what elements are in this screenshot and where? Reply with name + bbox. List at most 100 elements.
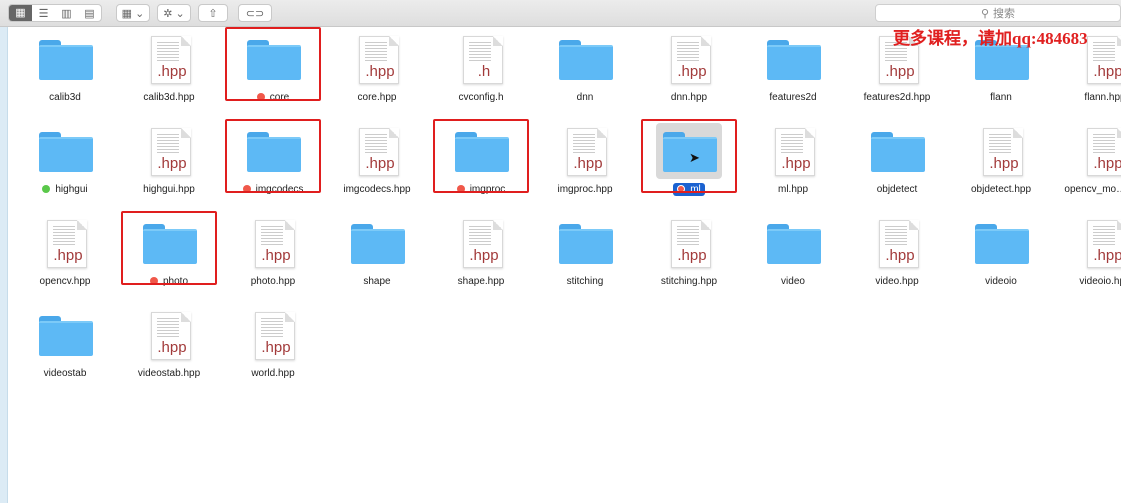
file-item[interactable]: .hpp objdetect.hpp — [949, 120, 1053, 212]
file-item[interactable]: .hpp highgui.hpp — [117, 120, 221, 212]
watermark: 更多课程，请加qq:484683 — [893, 29, 1088, 48]
document-icon: .hpp — [359, 128, 399, 176]
folder-item[interactable]: video — [741, 212, 845, 304]
tag-button[interactable]: ⊂⊃ — [238, 4, 272, 22]
file-name-text: dnn.hpp — [670, 92, 708, 103]
arrange-button[interactable]: ▦ ⌄ — [116, 4, 150, 22]
file-extension: .hpp — [157, 63, 187, 80]
column-view-icon[interactable]: ▥ — [55, 7, 78, 20]
search-input[interactable]: ⚲ 搜索 — [875, 4, 1121, 22]
file-name-text: features2d.hpp — [863, 92, 931, 103]
document-icon: .hpp — [151, 36, 191, 84]
folder-icon — [767, 224, 821, 264]
file-name-text: video.hpp — [875, 276, 919, 287]
file-extension: .hpp — [261, 339, 291, 356]
highlight-box — [433, 119, 529, 193]
file-name-text: shape.hpp — [457, 276, 505, 287]
file-name: opencv_mo… hpp — [1053, 184, 1121, 196]
file-name-text: highgui.hpp — [143, 184, 195, 195]
file-name-text: video — [781, 276, 805, 287]
folder-item[interactable]: objdetect — [845, 120, 949, 212]
file-item[interactable]: .hpp ml.hpp — [741, 120, 845, 212]
file-name: shape.hpp — [429, 276, 533, 288]
file-item[interactable]: .h cvconfig.h — [429, 28, 533, 120]
document-icon: .hpp — [567, 128, 607, 176]
file-extension: .hpp — [53, 247, 83, 264]
file-name-text: ml.hpp — [777, 184, 808, 195]
file-item[interactable]: .hpp world.hpp — [221, 304, 325, 396]
file-name: highgui — [13, 184, 117, 196]
file-item[interactable]: .hpp imgcodecs.hpp — [325, 120, 429, 212]
file-name: stitching.hpp — [637, 276, 741, 288]
document-icon: .hpp — [255, 220, 295, 268]
file-extension: .hpp — [157, 155, 187, 172]
file-name: dnn.hpp — [637, 92, 741, 104]
file-item[interactable]: .hpp imgproc.hpp — [533, 120, 637, 212]
file-item[interactable]: .hpp dnn.hpp — [637, 28, 741, 120]
file-name: flann — [949, 92, 1053, 104]
file-name-text: calib3d — [49, 92, 81, 103]
folder-item[interactable]: features2d — [741, 28, 845, 120]
file-item[interactable]: .hpp photo.hpp — [221, 212, 325, 304]
file-name: imgproc.hpp — [533, 184, 637, 196]
file-name: features2d — [741, 92, 845, 104]
file-name-text: videoio — [985, 276, 1017, 287]
document-icon: .hpp — [983, 128, 1023, 176]
highlight-box — [641, 119, 737, 193]
file-item[interactable]: .hpp core.hpp — [325, 28, 429, 120]
file-item[interactable]: .hpp stitching.hpp — [637, 212, 741, 304]
share-button[interactable]: ⇧ — [198, 4, 228, 22]
view-mode-control[interactable]: ▦ ☰ ▥ ▤ — [8, 4, 102, 22]
folder-icon — [559, 40, 613, 80]
file-item[interactable]: .hpp videoio.hpp — [1053, 212, 1121, 304]
file-name: calib3d — [13, 92, 117, 104]
file-name-text: opencv_mo… hpp — [1064, 184, 1121, 195]
folder-item[interactable]: videoio — [949, 212, 1053, 304]
folder-item[interactable]: dnn — [533, 28, 637, 120]
file-name-text: opencv.hpp — [39, 276, 91, 287]
folder-item[interactable]: stitching — [533, 212, 637, 304]
document-icon: .hpp — [1087, 36, 1121, 84]
folder-item[interactable]: core — [221, 27, 325, 120]
file-extension: .hpp — [989, 155, 1019, 172]
icon-view-icon[interactable]: ▦ — [9, 5, 32, 21]
file-extension: .hpp — [781, 155, 811, 172]
file-item[interactable]: .hpp shape.hpp — [429, 212, 533, 304]
search-placeholder: 搜索 — [993, 8, 1016, 20]
file-extension: .hpp — [573, 155, 603, 172]
folder-icon — [351, 224, 405, 264]
search-icon: ⚲ — [980, 7, 990, 20]
folder-item[interactable]: videostab — [13, 304, 117, 396]
file-item[interactable]: .hpp video.hpp — [845, 212, 949, 304]
folder-item[interactable]: shape — [325, 212, 429, 304]
folder-item[interactable]: ➤ ml — [637, 119, 741, 212]
file-extension: .hpp — [885, 63, 915, 80]
document-icon: .hpp — [47, 220, 87, 268]
file-item[interactable]: .hpp calib3d.hpp — [117, 28, 221, 120]
file-item[interactable]: .hpp opencv_mo… hpp — [1053, 120, 1121, 212]
file-item[interactable]: .hpp opencv.hpp — [13, 212, 117, 304]
file-extension: .hpp — [677, 63, 707, 80]
folder-item[interactable]: imgproc — [429, 119, 533, 212]
file-name-text: cvconfig.h — [458, 92, 504, 103]
document-icon: .hpp — [775, 128, 815, 176]
folder-item[interactable]: photo — [117, 211, 221, 304]
file-name: stitching — [533, 276, 637, 288]
file-name: core.hpp — [325, 92, 429, 104]
folder-item[interactable]: highgui — [13, 120, 117, 212]
gallery-view-icon[interactable]: ▤ — [78, 7, 101, 20]
file-name: videoio.hpp — [1053, 276, 1121, 288]
file-item[interactable]: .hpp videostab.hpp — [117, 304, 221, 396]
list-view-icon[interactable]: ☰ — [32, 7, 55, 20]
file-name-text: highgui — [55, 184, 88, 195]
folder-item[interactable]: imgcodecs — [221, 119, 325, 212]
file-name: dnn — [533, 92, 637, 104]
folder-item[interactable]: calib3d — [13, 28, 117, 120]
file-name: ml.hpp — [741, 184, 845, 196]
action-button[interactable]: ✲ ⌄ — [157, 4, 191, 22]
folder-icon — [559, 224, 613, 264]
file-name: video.hpp — [845, 276, 949, 288]
file-name-text: features2d — [769, 92, 817, 103]
file-name: opencv.hpp — [13, 276, 117, 288]
file-extension: .hpp — [365, 155, 395, 172]
